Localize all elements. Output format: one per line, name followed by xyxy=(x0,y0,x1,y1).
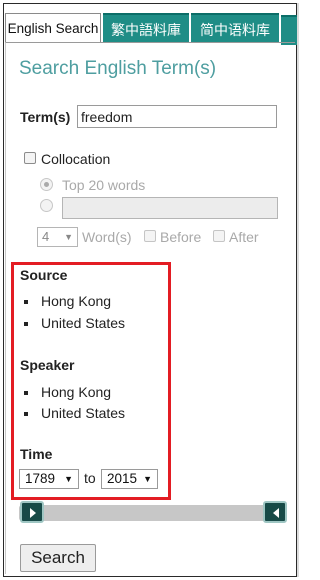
bullet-icon xyxy=(24,412,28,416)
speaker-heading: Speaker xyxy=(20,357,75,373)
page-title: Search English Term(s) xyxy=(19,58,217,79)
time-range-slider[interactable] xyxy=(19,505,287,521)
search-button[interactable]: Search xyxy=(20,544,96,572)
custom-words-input[interactable] xyxy=(62,197,278,219)
bullet-icon xyxy=(24,300,28,304)
speaker-item-label: United States xyxy=(41,405,126,421)
time-from-select[interactable]: 1789 ▼ xyxy=(19,469,79,489)
term-input[interactable] xyxy=(77,105,277,128)
collocation-label: Collocation xyxy=(41,151,111,167)
top-words-radio[interactable] xyxy=(40,178,53,191)
term-label: Term(s) xyxy=(20,109,71,125)
collocation-checkbox[interactable] xyxy=(24,152,36,164)
source-heading: Source xyxy=(20,267,68,283)
tab-simplified-chinese-corpus[interactable]: 简中语料库 xyxy=(191,13,279,43)
chevron-down-icon: ▼ xyxy=(64,232,73,242)
slider-handle-end[interactable] xyxy=(263,501,287,523)
time-to-label: to xyxy=(84,470,96,486)
source-item-label: Hong Kong xyxy=(41,293,112,309)
window-edge xyxy=(297,3,299,577)
after-checkbox[interactable] xyxy=(213,230,225,242)
speaker-item-label: Hong Kong xyxy=(41,384,112,400)
tab-traditional-chinese-corpus[interactable]: 繁中語料庫 xyxy=(103,13,189,43)
play-left-icon xyxy=(273,508,279,518)
window-size-select[interactable]: 4 ▼ xyxy=(37,227,78,247)
time-from-value: 1789 xyxy=(25,471,56,486)
tab-english-search[interactable]: English Search xyxy=(5,13,101,43)
bullet-icon xyxy=(24,391,28,395)
tab-overflow xyxy=(281,15,297,45)
source-item-label: United States xyxy=(41,315,126,331)
custom-words-radio[interactable] xyxy=(40,199,53,212)
window-size-value: 4 xyxy=(42,229,50,244)
bullet-icon xyxy=(24,322,28,326)
words-label: Word(s) xyxy=(82,229,132,245)
time-heading: Time xyxy=(20,446,53,462)
chevron-down-icon: ▼ xyxy=(143,474,152,484)
time-to-select[interactable]: 2015 ▼ xyxy=(101,469,158,489)
after-label: After xyxy=(229,229,259,245)
tab-bar: English Search 繁中語料庫 简中语料库 xyxy=(5,5,297,45)
before-checkbox[interactable] xyxy=(144,230,156,242)
chevron-down-icon: ▼ xyxy=(64,474,73,484)
time-to-value: 2015 xyxy=(107,471,138,486)
top-words-label: Top 20 words xyxy=(62,177,146,193)
before-label: Before xyxy=(160,229,202,245)
slider-handle-start[interactable] xyxy=(20,501,44,523)
play-right-icon xyxy=(30,508,36,518)
